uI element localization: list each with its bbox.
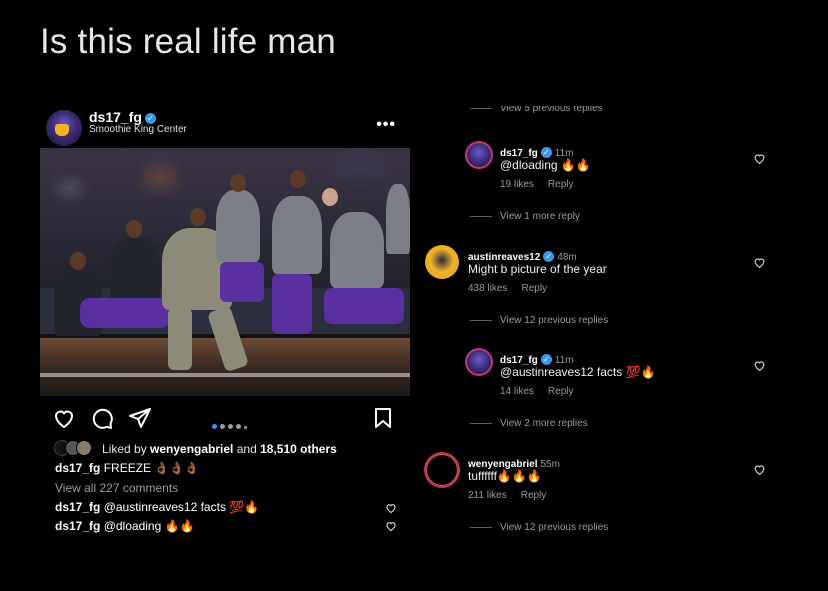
reply-text: @austinreaves12 facts 💯🔥 [500, 365, 656, 379]
post-header: ds17_fg ✓ Smoothie King Center ••• [40, 104, 410, 148]
reply-meta: 438 likes Reply [468, 283, 547, 294]
post-username[interactable]: ds17_fg ✓ [89, 109, 156, 125]
reply-likes[interactable]: 211 likes [468, 490, 507, 501]
reply-meta: 19 likes Reply [500, 179, 573, 190]
reply-like-heart-icon[interactable] [753, 256, 766, 269]
carousel-dot-active [212, 424, 217, 429]
reply-button[interactable]: Reply [548, 179, 574, 190]
more-options-icon[interactable]: ••• [376, 116, 396, 134]
liker-avatar [76, 440, 92, 456]
reply-text: Might b picture of the year [468, 262, 607, 276]
reply-like-heart-icon[interactable] [753, 359, 766, 372]
photo-figure [216, 190, 260, 262]
photo-figure [272, 196, 322, 274]
reply-like-heart-icon[interactable] [753, 152, 766, 165]
photo-figure-head [70, 252, 86, 270]
carousel-dot [228, 424, 233, 429]
verified-icon: ✓ [540, 354, 552, 365]
carousel-dot [244, 426, 247, 429]
comment-icon[interactable] [90, 406, 114, 430]
reply-avatar[interactable] [465, 141, 493, 169]
view-previous-replies-link[interactable]: View 5 previous replies [470, 106, 603, 116]
photo-courtline [40, 373, 410, 377]
photo-figure-head [290, 170, 306, 188]
verified-icon: ✓ [543, 251, 555, 262]
photo-figure-head [230, 174, 246, 192]
reply-avatar[interactable] [465, 348, 493, 376]
tweet-text: Is this real life man [40, 22, 336, 61]
photo-figure [386, 184, 410, 254]
carousel-dot [236, 424, 241, 429]
photo-figure-head [190, 208, 206, 226]
verified-icon: ✓ [540, 147, 552, 158]
liked-by-text: Liked by wenyengabriel and 18,510 others [102, 442, 337, 456]
photo-figure [220, 262, 264, 302]
photo-figure-head [322, 188, 338, 206]
reply-avatar[interactable] [424, 452, 460, 488]
reply-button[interactable]: Reply [521, 490, 547, 501]
comment-like-heart-icon[interactable] [385, 502, 397, 514]
reply-time: 55m [540, 459, 560, 470]
post-actions [40, 396, 410, 436]
instagram-post: ds17_fg ✓ Smoothie King Center ••• Liked… [40, 104, 410, 544]
like-heart-icon[interactable] [52, 406, 76, 430]
reply-button[interactable]: Reply [548, 386, 574, 397]
comment-like-heart-icon[interactable] [385, 520, 397, 532]
post-photo[interactable] [40, 148, 410, 396]
view-previous-replies-link[interactable]: View 12 previous replies [470, 315, 608, 326]
carousel-dot [220, 424, 225, 429]
photo-figure-head [126, 220, 142, 238]
share-send-icon[interactable] [128, 406, 152, 430]
reply-likes[interactable]: 438 likes [468, 283, 507, 294]
comment-preview: ds17_fg @dloading 🔥🔥 [55, 519, 195, 533]
photo-figure [168, 308, 192, 370]
post-caption: ds17_fg FREEZE 👌🏾👌🏾👌🏾 [55, 461, 200, 475]
reply-like-heart-icon[interactable] [753, 463, 766, 476]
view-more-replies-link[interactable]: View 1 more reply [470, 211, 580, 222]
view-previous-replies-link[interactable]: View 12 previous replies [470, 522, 608, 533]
photo-figure [324, 288, 404, 324]
carousel-indicator [212, 416, 250, 434]
post-avatar[interactable] [46, 110, 82, 146]
reply-text: @dloading 🔥🔥 [500, 158, 591, 172]
view-more-replies-link[interactable]: View 2 more replies [470, 418, 588, 429]
reply-meta: 211 likes Reply [468, 490, 546, 501]
photo-figure [272, 274, 312, 334]
verified-icon: ✓ [144, 113, 156, 124]
comment-preview: ds17_fg @austinreaves12 facts 💯🔥 [55, 500, 260, 514]
view-all-comments-link[interactable]: View all 227 comments [55, 481, 178, 495]
reply-text: tuffffff🔥🔥🔥 [468, 469, 542, 483]
photo-figure [80, 298, 170, 328]
reply-meta: 14 likes Reply [500, 386, 573, 397]
reply-avatar[interactable] [425, 245, 459, 279]
reply-likes[interactable]: 14 likes [500, 386, 534, 397]
post-location[interactable]: Smoothie King Center [89, 124, 187, 135]
photo-figure [330, 212, 384, 288]
bookmark-icon[interactable] [371, 406, 395, 430]
reply-likes[interactable]: 19 likes [500, 179, 534, 190]
reply-button[interactable]: Reply [521, 283, 547, 294]
